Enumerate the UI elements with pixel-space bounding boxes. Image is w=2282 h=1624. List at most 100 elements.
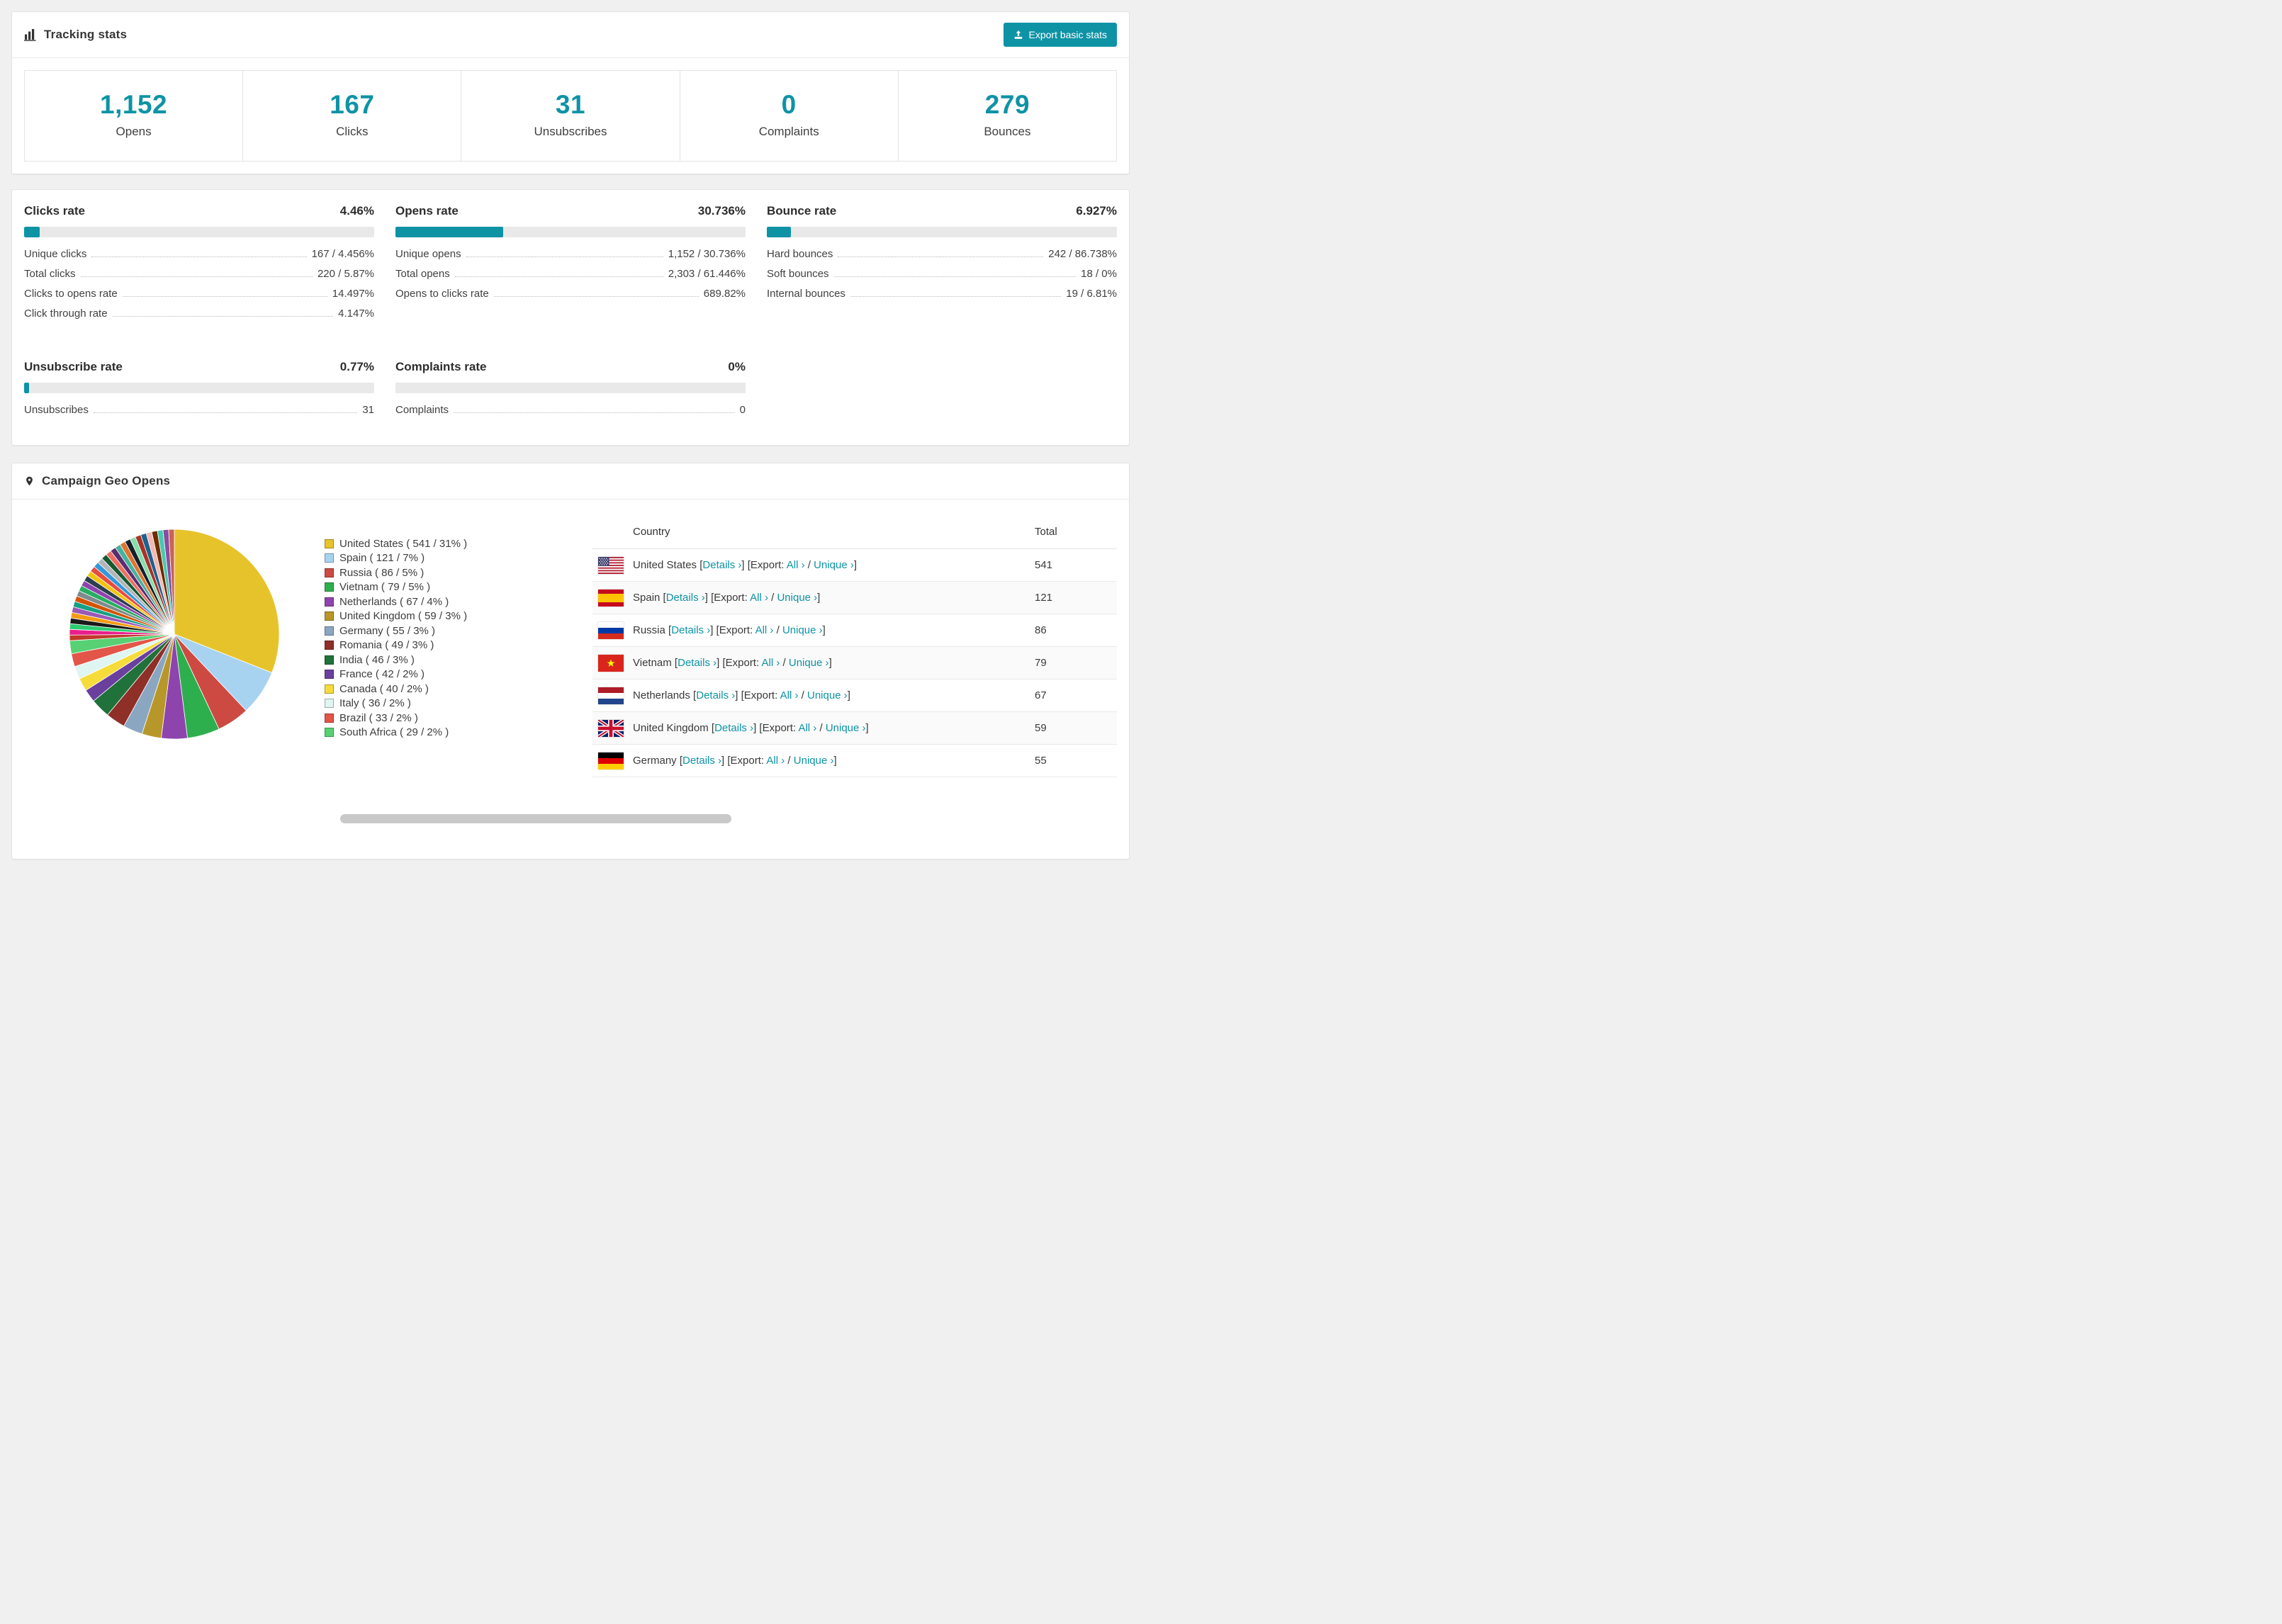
country-name: Russia xyxy=(633,624,665,636)
details-link[interactable]: Details › xyxy=(714,722,753,734)
metric-value: 1,152 / 30.736% xyxy=(668,248,746,260)
stats-row: 1,152 Opens 167 Clicks 31 Unsubscribes 0 Compla… xyxy=(24,70,1117,162)
rate-section-bounce-rate: Bounce rate 6.927% Hard bounces 242 / 86.73… xyxy=(767,204,1117,327)
export-unique-link[interactable]: Unique › xyxy=(826,722,866,734)
details-link[interactable]: Details › xyxy=(702,559,741,571)
stat-label: Unsubscribes xyxy=(534,125,607,138)
dotted-leader xyxy=(838,256,1044,257)
country-cell: United States [Details ›] [Export: All ›… xyxy=(633,559,858,571)
legend-label: United States ( 541 / 31% ) xyxy=(339,537,468,550)
export-all-link[interactable]: All › xyxy=(780,689,799,701)
legend-item: Romania ( 49 / 3% ) xyxy=(325,638,467,653)
horizontal-scrollbar[interactable] xyxy=(340,814,731,823)
legend-item: Spain ( 121 / 7% ) xyxy=(325,551,467,566)
dotted-leader xyxy=(454,412,735,413)
legend-label: Vietnam ( 79 / 5% ) xyxy=(339,581,431,594)
metric-label: Internal bounces xyxy=(767,288,845,300)
export-unique-link[interactable]: Unique › xyxy=(814,559,854,571)
legend-label: France ( 42 / 2% ) xyxy=(339,668,425,681)
country-cell: Russia [Details ›] [Export: All › / Uniq… xyxy=(633,624,826,636)
country-cell: United Kingdom [Details ›] [Export: All … xyxy=(633,722,869,734)
rates-card: Clicks rate 4.46% Unique clicks 167 / 4.456… xyxy=(11,189,1130,446)
export-all-link[interactable]: All › xyxy=(762,657,780,669)
legend-item: Germany ( 55 / 3% ) xyxy=(325,624,467,638)
country-total: 86 xyxy=(1035,624,1047,636)
legend-item: India ( 46 / 3% ) xyxy=(325,653,467,667)
tracking-stats-title: Tracking stats xyxy=(44,28,128,41)
export-basic-stats-button[interactable]: Export basic stats xyxy=(1003,23,1117,47)
export-all-link[interactable]: All › xyxy=(798,722,816,734)
country-column-header: Country xyxy=(633,526,670,538)
dotted-leader xyxy=(93,412,358,413)
metric-label: Total opens xyxy=(395,268,450,280)
metric-value: 31 xyxy=(362,404,374,416)
details-link[interactable]: Details › xyxy=(678,657,716,669)
export-all-link[interactable]: All › xyxy=(787,559,805,571)
export-all-link[interactable]: All › xyxy=(766,755,785,767)
country-name: Netherlands xyxy=(633,689,690,701)
legend-item: Netherlands ( 67 / 4% ) xyxy=(325,594,467,609)
country-name: Vietnam xyxy=(633,657,672,669)
geo-card-title: Campaign Geo Opens xyxy=(42,474,171,487)
geo-opens-pie-chart xyxy=(68,528,281,740)
dotted-leader xyxy=(91,256,307,257)
legend-label: Romania ( 49 / 3% ) xyxy=(339,639,434,652)
table-row: Spain [Details ›] [Export: All › / Uniqu… xyxy=(592,582,1117,614)
legend-item: Vietnam ( 79 / 5% ) xyxy=(325,580,467,595)
rate-percent: 6.927% xyxy=(1076,204,1117,218)
legend-swatch xyxy=(325,626,334,636)
legend-label: India ( 46 / 3% ) xyxy=(339,653,415,666)
stat-value: 0 xyxy=(781,90,797,119)
dotted-leader xyxy=(493,296,699,297)
bar-chart-icon xyxy=(24,28,37,41)
country-cell: Vietnam [Details ›] [Export: All › / Uni… xyxy=(633,657,832,669)
metric-label: Soft bounces xyxy=(767,268,829,280)
rate-title: Opens rate xyxy=(395,204,459,218)
rate-metric-row: Hard bounces 242 / 86.738% xyxy=(767,248,1117,268)
export-all-link[interactable]: All › xyxy=(750,592,768,604)
rate-progress-bar xyxy=(395,227,746,237)
stat-box-unsubscribes: 31 Unsubscribes xyxy=(461,71,679,161)
legend-label: Canada ( 40 / 2% ) xyxy=(339,682,429,695)
stat-label: Complaints xyxy=(758,125,819,138)
country-total: 59 xyxy=(1035,722,1047,734)
rate-metric-row: Total clicks 220 / 5.87% xyxy=(24,268,374,288)
legend-swatch xyxy=(325,597,334,607)
export-unique-link[interactable]: Unique › xyxy=(789,657,829,669)
export-unique-link[interactable]: Unique › xyxy=(777,592,817,604)
rate-title: Unsubscribe rate xyxy=(24,360,123,373)
rate-percent: 4.46% xyxy=(339,204,374,218)
legend-item: United Kingdom ( 59 / 3% ) xyxy=(325,609,467,624)
metric-value: 220 / 5.87% xyxy=(317,268,374,280)
flag-nl-icon xyxy=(598,687,624,704)
rate-progress-fill xyxy=(395,227,503,237)
legend-item: France ( 42 / 2% ) xyxy=(325,667,467,682)
export-all-link[interactable]: All › xyxy=(755,624,774,636)
pie-legend: United States ( 541 / 31% ) Spain ( 121 /… xyxy=(325,536,467,740)
legend-label: Spain ( 121 / 7% ) xyxy=(339,552,425,565)
stat-box-opens: 1,152 Opens xyxy=(25,71,242,161)
rate-progress-bar xyxy=(395,383,746,393)
rate-metric-row: Unique opens 1,152 / 30.736% xyxy=(395,248,746,268)
details-link[interactable]: Details › xyxy=(682,755,721,767)
geo-opens-table: Country Total United States [Details ›] … xyxy=(592,515,1117,777)
flag-ru-icon xyxy=(598,621,624,639)
metric-value: 689.82% xyxy=(703,288,746,300)
metric-label: Total clicks xyxy=(24,268,76,280)
export-unique-link[interactable]: Unique › xyxy=(807,689,848,701)
dotted-leader xyxy=(454,276,663,277)
rates-grid: Clicks rate 4.46% Unique clicks 167 / 4.456… xyxy=(24,204,1117,424)
metric-label: Unique clicks xyxy=(24,248,87,260)
details-link[interactable]: Details › xyxy=(671,624,710,636)
details-link[interactable]: Details › xyxy=(666,592,705,604)
legend-item: Brazil ( 33 / 2% ) xyxy=(325,711,467,726)
export-unique-link[interactable]: Unique › xyxy=(782,624,823,636)
export-unique-link[interactable]: Unique › xyxy=(794,755,834,767)
details-link[interactable]: Details › xyxy=(696,689,735,701)
metric-value: 18 / 0% xyxy=(1081,268,1117,280)
country-name: United Kingdom xyxy=(633,722,709,734)
stat-value: 167 xyxy=(330,90,375,119)
flag-vn-icon xyxy=(598,654,624,672)
country-total: 67 xyxy=(1035,689,1047,701)
metric-value: 167 / 4.456% xyxy=(311,248,374,260)
